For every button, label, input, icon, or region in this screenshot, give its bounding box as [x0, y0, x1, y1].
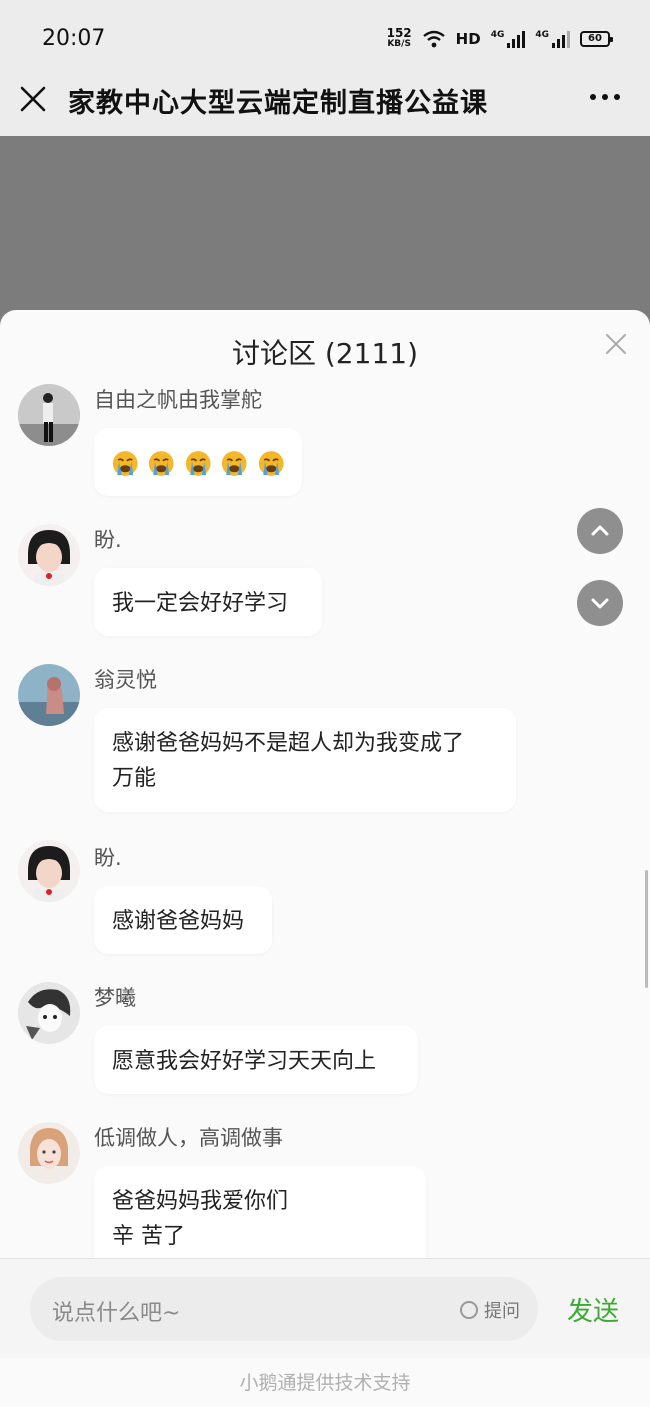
page-title: 家教中心大型云端定制直播公益课: [68, 88, 488, 119]
discussion-panel: 讨论区 (2111) 自由之帆由我掌舵 盼. 我一定会好好学习 翁灵悦 感谢爸爸…: [0, 310, 650, 1407]
message-line: 爸爸妈妈我爱你们: [112, 1189, 289, 1214]
message-bubble: 感谢爸爸妈妈不是超人却为我变成了 万能: [94, 708, 516, 812]
crying-face-icon: [149, 451, 174, 476]
nav-bar: 家教中心大型云端定制直播公益课: [0, 78, 650, 136]
avatar[interactable]: [18, 840, 80, 902]
message-bubble: 愿意我会好好学习天天向上: [94, 1026, 418, 1094]
signal-2-label: 4G: [535, 30, 549, 40]
chevron-down-icon: [591, 598, 609, 609]
chevron-up-icon: [591, 525, 609, 536]
avatar[interactable]: [18, 524, 80, 586]
avatar[interactable]: [18, 384, 80, 446]
message-line: 万能: [112, 766, 157, 791]
message-bubble: 我一定会好好学习: [94, 568, 322, 636]
avatar[interactable]: [18, 1122, 80, 1184]
more-menu-icon[interactable]: [590, 94, 620, 100]
emoji-row: [112, 446, 284, 477]
panel-close-icon[interactable]: [604, 332, 628, 356]
send-button[interactable]: 发送: [567, 1291, 619, 1328]
network-speed: 152 KB/S: [386, 26, 412, 50]
network-speed-unit: KB/S: [387, 39, 411, 49]
crying-face-icon: [185, 451, 211, 476]
scrollbar[interactable]: [645, 870, 648, 988]
footer: 小鹅通提供技术支持: [0, 1358, 650, 1407]
input-bar: 说点什么吧~ 提问 发送: [0, 1258, 650, 1358]
signal-1-label: 4G: [490, 30, 505, 40]
status-time: 20:07: [42, 26, 106, 51]
comment-input[interactable]: 说点什么吧~ 提问: [30, 1277, 538, 1341]
crying-face-icon: [112, 451, 138, 476]
username: 翁灵悦: [94, 668, 157, 692]
username: 盼.: [94, 528, 122, 552]
network-speed-value: 152: [386, 26, 412, 40]
username: 梦曦: [94, 986, 136, 1010]
ask-label: 提问: [484, 1301, 520, 1322]
message-line: 感谢爸爸妈妈不是超人却为我变成了: [112, 731, 465, 756]
wifi-icon: [422, 30, 445, 48]
username: 盼.: [94, 846, 122, 870]
close-icon[interactable]: [18, 84, 48, 114]
message-bubble: 感谢爸爸妈妈: [94, 886, 272, 954]
status-icons: 152 KB/S HD 4G 4G 60: [386, 26, 613, 50]
input-placeholder: 说点什么吧~: [52, 1301, 181, 1326]
message-line: 辛 苦了: [112, 1224, 185, 1249]
username: 自由之帆由我掌舵: [94, 388, 262, 412]
hd-label: HD: [455, 30, 481, 48]
message-bubble: [94, 428, 302, 496]
crying-face-icon: [258, 451, 284, 476]
battery-icon: 60: [580, 31, 613, 47]
username: 低调做人，高调做事: [94, 1126, 283, 1150]
ask-question-toggle[interactable]: 提问: [460, 1297, 520, 1323]
radio-icon: [460, 1301, 478, 1319]
panel-title: 讨论区 (2111): [231, 337, 418, 370]
signal-icon-2: 4G: [535, 30, 570, 48]
live-video-area[interactable]: [0, 136, 650, 316]
avatar[interactable]: [18, 664, 80, 726]
scroll-down-button[interactable]: [577, 580, 623, 626]
scroll-up-button[interactable]: [577, 508, 623, 554]
signal-icon-1: 4G: [491, 30, 526, 48]
status-bar: 20:07 152 KB/S HD 4G 4G 60: [0, 0, 650, 78]
avatar[interactable]: [18, 982, 80, 1044]
footer-text: 小鹅通提供技术支持: [239, 1372, 411, 1394]
crying-face-icon: [222, 451, 247, 476]
